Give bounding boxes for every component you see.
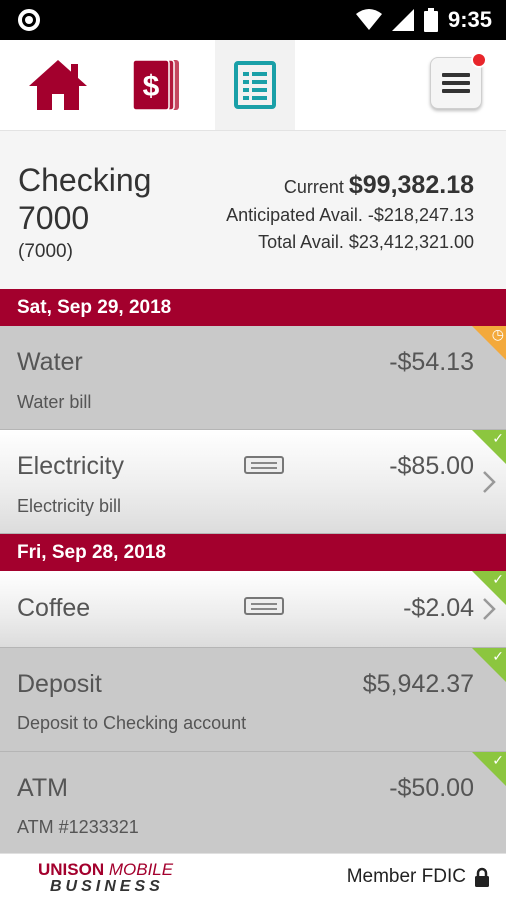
account-name: Checking 7000 [18,162,152,236]
home-icon [29,60,87,110]
card-icon [244,456,284,474]
transaction-row[interactable]: Electricity -$85.00 Electricity bill ✓ [0,430,506,534]
current-balance-value: $99,382.18 [348,171,474,199]
notification-badge [471,52,487,68]
transaction-name: ATM [17,774,68,802]
card-icon [244,597,284,615]
nav-home-button[interactable] [18,40,98,130]
status-bar: 9:35 [0,0,506,40]
fdic-label: Member FDIC [346,866,466,887]
lock-icon [475,867,489,887]
transaction-description: Water bill [17,392,92,412]
anticipated-balance-value: -$218,247.13 [367,205,474,225]
transaction-row[interactable]: ATM -$50.00 ATM #1233321 ✓ [0,752,506,853]
transaction-name: Water [17,348,83,376]
check-icon: ✓ [492,571,504,587]
unison-logo: UNISON MOBILE BUSINESS [38,860,173,896]
chevron-right-icon [483,471,496,493]
date-header: Fri, Sep 28, 2018 [0,534,506,571]
transaction-name: Coffee [17,594,91,622]
total-balance-label: Total Avail. [258,232,344,252]
check-icon: ✓ [492,648,504,664]
logo-mobile: MOBILE [108,860,174,879]
transaction-description: Electricity bill [17,496,122,516]
transaction-amount: -$50.00 [389,774,474,802]
transaction-row[interactable]: Water -$54.13 Water bill ◷ [0,326,506,430]
hamburger-menu-icon [442,73,470,93]
account-header: Checking 7000 (7000) Current $99,382.18 … [0,130,506,289]
nav-payments-button[interactable]: $ [116,40,196,130]
date-header: Sat, Sep 29, 2018 [0,289,506,326]
payments-icon: $ [132,59,179,111]
transaction-name: Electricity [17,452,124,480]
chevron-right-icon [483,598,496,620]
transaction-name: Deposit [17,670,102,698]
transaction-row[interactable]: Coffee -$2.04 ✓ [0,571,506,648]
top-nav: $ [0,40,506,130]
check-icon: ✓ [492,752,504,768]
transaction-amount: $5,942.37 [362,670,474,698]
logo-unison: UNISON [38,860,105,879]
svg-text:$: $ [143,70,160,103]
transaction-description: Deposit to Checking account [17,713,247,733]
signal-icon [391,9,414,31]
check-icon: ✓ [492,430,504,446]
logo-business: BUSINESS [50,878,164,895]
transaction-amount: -$85.00 [389,452,474,480]
current-balance: Current $99,382.18 [284,171,474,200]
transaction-amount: -$54.13 [389,348,474,376]
battery-icon [423,8,438,32]
total-balance-value: $23,412,321.00 [348,232,474,252]
account-number: (7000) [18,241,73,262]
status-time: 9:35 [447,7,492,32]
menu-button[interactable] [430,52,487,109]
anticipated-balance-label: Anticipated Avail. [226,205,363,225]
transaction-row[interactable]: Deposit $5,942.37 Deposit to Checking ac… [0,648,506,752]
transaction-description: ATM #1233321 [17,817,139,837]
footer: UNISON MOBILE BUSINESS Member FDIC [0,853,506,900]
account-details-icon [234,61,276,109]
wifi-icon [355,9,382,30]
transaction-amount: -$2.04 [403,594,474,622]
anticipated-balance: Anticipated Avail. -$218,247.13 [226,205,474,226]
fdic-notice: Member FDIC [347,866,490,888]
current-balance-label: Current [283,177,344,197]
notification-icon [18,9,40,31]
status-icons: 9:35 [355,6,492,34]
total-balance: Total Avail. $23,412,321.00 [258,232,474,253]
clock-icon: ◷ [491,326,504,342]
nav-account-details-button[interactable] [215,40,295,130]
